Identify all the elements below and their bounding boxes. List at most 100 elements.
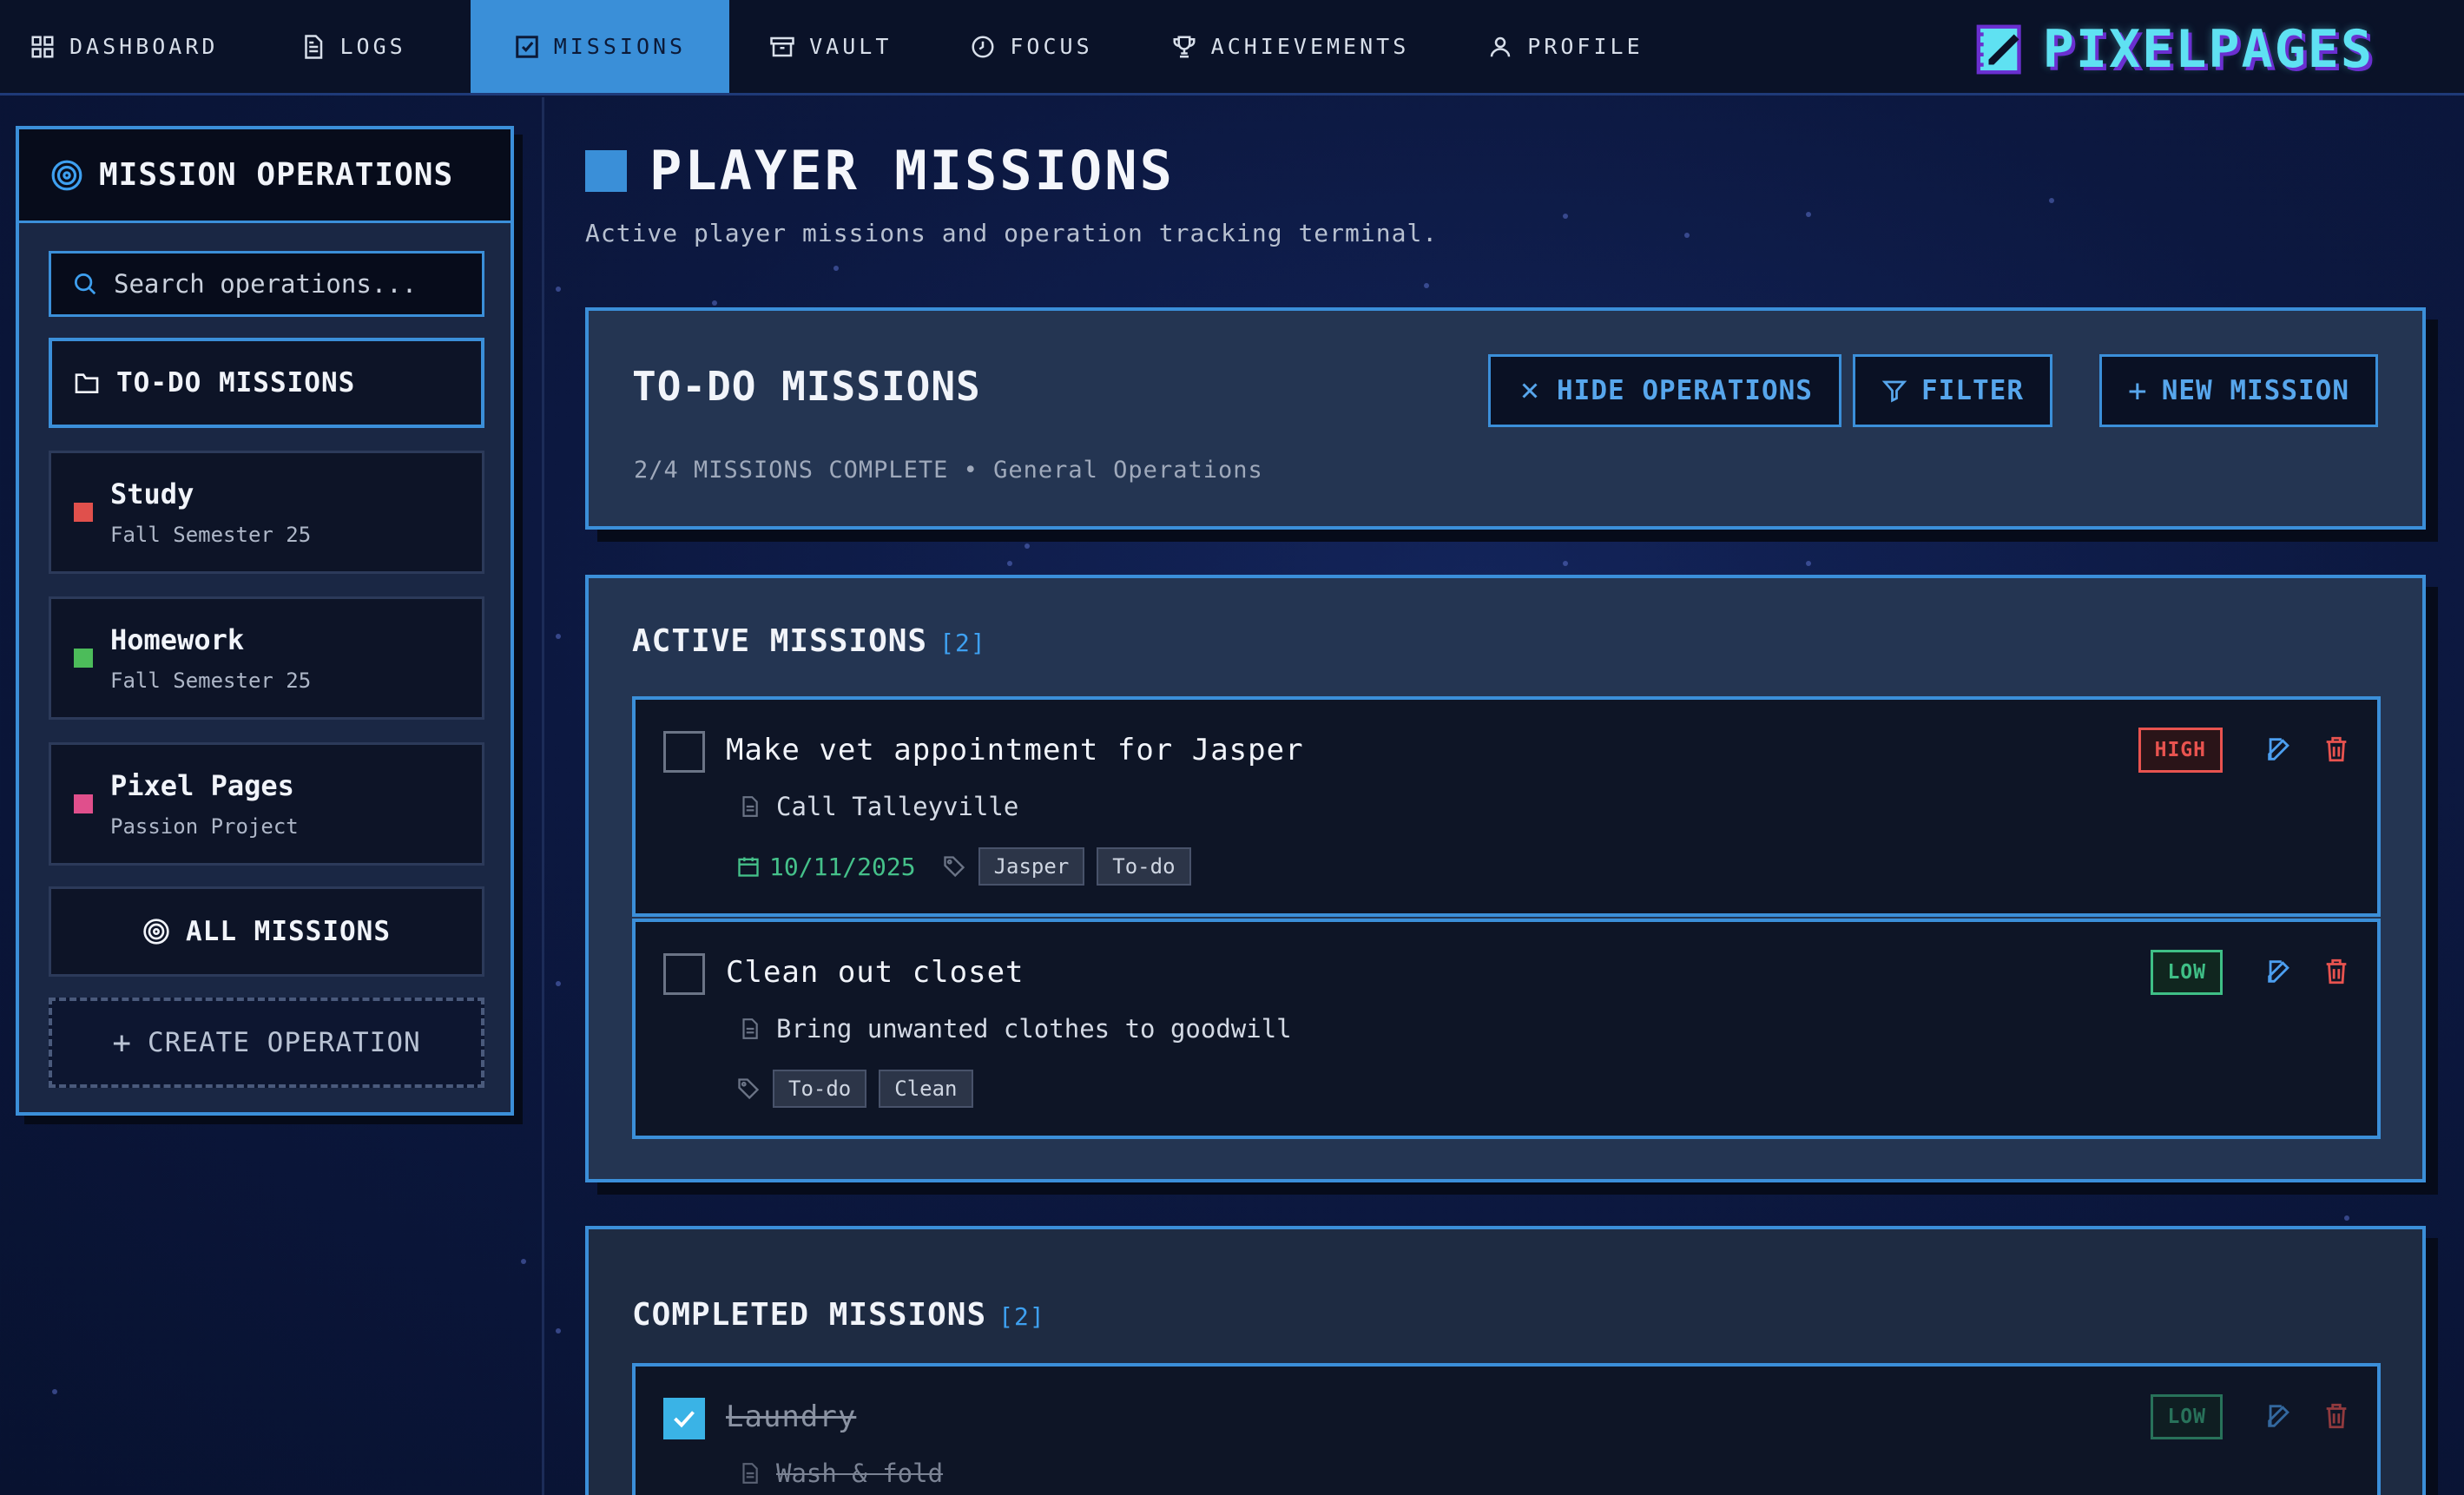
sidebar-header: MISSION OPERATIONS <box>19 129 511 223</box>
todo-panel-title: TO-DO MISSIONS <box>632 363 981 410</box>
nav-logs-label: LOGS <box>339 34 406 59</box>
sidebar-project-homework[interactable]: Homework Fall Semester 25 <box>49 596 484 720</box>
calendar-icon <box>738 857 759 877</box>
new-mission-button[interactable]: + NEW MISSION <box>2099 354 2378 427</box>
nav-focus-label: FOCUS <box>1010 34 1093 59</box>
mission-checkbox[interactable] <box>663 953 705 995</box>
folder-icon <box>75 373 99 393</box>
document-icon <box>742 1018 758 1039</box>
hide-operations-button[interactable]: HIDE OPERATIONS <box>1488 354 1841 427</box>
tag-icon <box>943 856 965 878</box>
all-missions-button[interactable]: ALL MISSIONS <box>49 886 484 977</box>
title-square-icon <box>585 149 627 192</box>
nav-achievements-label: ACHIEVEMENTS <box>1210 34 1410 59</box>
close-icon <box>1522 383 1538 398</box>
mission-tag[interactable]: Clean <box>879 1070 973 1108</box>
tag-icon <box>738 1078 760 1100</box>
checkbox-icon <box>515 35 538 58</box>
mission-title: Make vet appointment for Jasper <box>726 733 1304 767</box>
logo-text: PIXELPAGES <box>2042 19 2374 80</box>
mission-description-text: Bring unwanted clothes to goodwill <box>776 1014 1292 1044</box>
nav-vault-label: VAULT <box>809 34 893 59</box>
sidebar-project-study[interactable]: Study Fall Semester 25 <box>49 451 484 574</box>
document-icon <box>742 796 758 817</box>
document-icon <box>742 1463 758 1484</box>
mission-description: Call Talleyville <box>738 792 1018 821</box>
trash-icon[interactable] <box>2322 957 2351 986</box>
mission-tag[interactable]: Jasper <box>978 847 1085 886</box>
page-subtitle: Active player missions and operation tra… <box>585 219 1439 247</box>
create-operation-button[interactable]: + CREATE OPERATION <box>49 998 484 1088</box>
filter-button[interactable]: FILTER <box>1853 354 2052 427</box>
filter-icon <box>1881 380 1907 403</box>
mission-date-text: 10/11/2025 <box>769 852 916 881</box>
mission-card[interactable]: Clean out closet Bring unwanted clothes … <box>632 919 2381 1139</box>
active-missions-panel: ACTIVE MISSIONS [2] Make vet appointment … <box>585 575 2426 1182</box>
page-title-text: PLAYER MISSIONS <box>649 139 1175 202</box>
project-name: Homework <box>110 623 245 656</box>
mission-tag[interactable]: To-do <box>1097 847 1191 886</box>
sidebar-item-todo-missions[interactable]: TO-DO MISSIONS <box>49 338 484 428</box>
mission-checkbox[interactable] <box>663 1398 705 1439</box>
sidebar-item-label: TO-DO MISSIONS <box>116 367 356 398</box>
nav-missions[interactable]: MISSIONS <box>470 0 730 93</box>
completed-missions-header: COMPLETED MISSIONS [2] <box>632 1297 1045 1333</box>
top-navigation: DASHBOARD LOGS MISSIONS VAULT FOCUS ACHI… <box>0 0 2464 95</box>
project-color-swatch <box>74 794 93 813</box>
edit-icon[interactable] <box>2264 957 2294 986</box>
project-subtitle: Fall Semester 25 <box>110 668 312 693</box>
user-icon <box>1491 36 1511 56</box>
active-missions-header: ACTIVE MISSIONS [2] <box>632 623 986 659</box>
pixelpages-logo[interactable]: PIXELPAGES <box>1973 19 2374 80</box>
mission-description-text: Call Talleyville <box>776 792 1019 821</box>
sidebar-title: MISSION OPERATIONS <box>99 157 454 193</box>
edit-icon[interactable] <box>2264 1401 2294 1431</box>
search-input[interactable] <box>114 269 478 299</box>
priority-badge: LOW <box>2151 950 2223 995</box>
mission-checkbox[interactable] <box>663 731 705 773</box>
archive-icon <box>770 36 794 56</box>
target-icon <box>143 919 169 945</box>
project-name: Pixel Pages <box>110 769 294 802</box>
project-subtitle: Passion Project <box>110 814 299 839</box>
search-icon <box>75 273 96 295</box>
edit-icon[interactable] <box>2264 734 2294 764</box>
nav-vault[interactable]: VAULT <box>729 0 921 93</box>
mission-tag[interactable]: To-do <box>773 1070 867 1108</box>
todo-missions-panel: TO-DO MISSIONS 2/4 MISSIONS COMPLETE • G… <box>585 307 2426 530</box>
nav-dashboard[interactable]: DASHBOARD <box>0 0 247 93</box>
priority-badge: LOW <box>2151 1394 2223 1439</box>
nav-missions-label: MISSIONS <box>553 34 687 59</box>
filter-label: FILTER <box>1921 375 2024 406</box>
mission-description-text: Wash & fold <box>776 1459 944 1488</box>
priority-badge: HIGH <box>2138 728 2223 773</box>
nav-profile[interactable]: PROFILE <box>1439 0 1672 93</box>
todo-panel-meta: 2/4 MISSIONS COMPLETE • General Operatio… <box>634 457 1263 484</box>
nav-achievements[interactable]: ACHIEVEMENTS <box>1123 0 1440 93</box>
project-color-swatch <box>74 649 93 668</box>
section-count: [2] <box>939 629 986 657</box>
project-subtitle: Fall Semester 25 <box>110 523 312 547</box>
nav-profile-label: PROFILE <box>1527 34 1644 59</box>
mission-due-date: 10/11/2025 <box>736 853 916 881</box>
page-title: PLAYER MISSIONS <box>585 139 1175 202</box>
hide-operations-label: HIDE OPERATIONS <box>1557 375 1813 406</box>
project-color-swatch <box>74 503 93 522</box>
checkmark-icon <box>674 1411 695 1428</box>
mission-description: Bring unwanted clothes to goodwill <box>738 1014 1292 1044</box>
nav-focus[interactable]: FOCUS <box>921 0 1122 93</box>
trophy-icon <box>1173 36 1196 57</box>
nav-logs[interactable]: LOGS <box>247 0 435 93</box>
plus-icon: + <box>2128 372 2148 409</box>
plus-icon: + <box>112 1024 133 1061</box>
mission-title: Laundry <box>726 1400 857 1434</box>
mission-meta: To-do Clean <box>736 1070 973 1108</box>
trash-icon[interactable] <box>2322 1401 2351 1431</box>
project-name: Study <box>110 477 194 510</box>
mission-card[interactable]: Laundry Wash & fold LOW <box>632 1363 2381 1495</box>
trash-icon[interactable] <box>2322 734 2351 764</box>
completed-missions-panel: COMPLETED MISSIONS [2] Laundry Wash & fol… <box>585 1226 2426 1495</box>
create-operation-label: CREATE OPERATION <box>148 1027 421 1058</box>
mission-card[interactable]: Make vet appointment for Jasper Call Tal… <box>632 696 2381 917</box>
sidebar-project-pixel-pages[interactable]: Pixel Pages Passion Project <box>49 742 484 866</box>
